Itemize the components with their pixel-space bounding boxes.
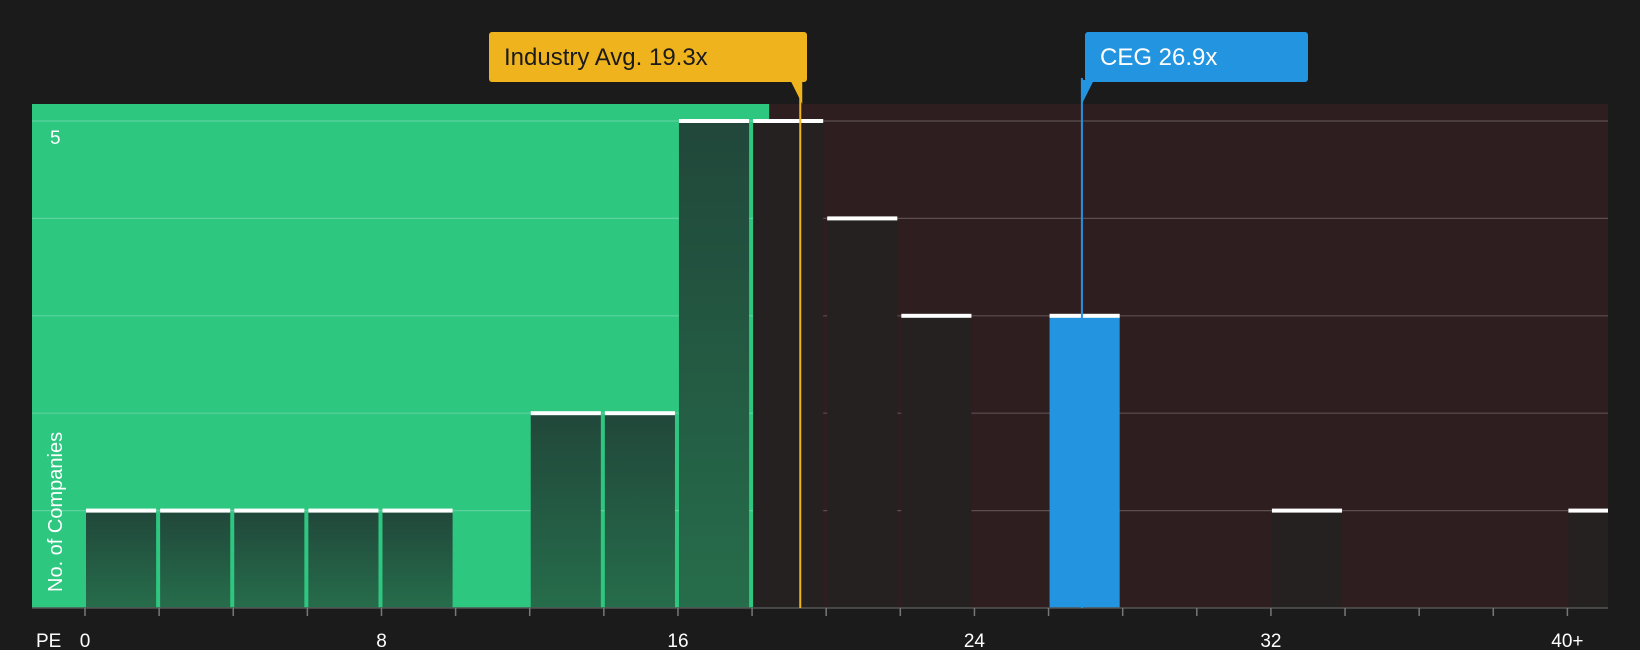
- y-axis-label: No. of Companies: [45, 432, 67, 592]
- bar-top-line: [86, 508, 157, 513]
- bar-top-line: [827, 216, 898, 221]
- bar-top-line: [678, 119, 750, 123]
- bar-top-line: [308, 508, 379, 513]
- histogram-bar: [678, 121, 750, 608]
- bar-top-line: [901, 313, 972, 318]
- bar-top-line: [1271, 508, 1343, 513]
- bar-top-line: [753, 119, 824, 123]
- histogram-bar: [827, 218, 898, 608]
- histogram-bar: [1271, 510, 1343, 608]
- x-tick-label: 40+: [1551, 631, 1583, 650]
- histogram-bar: [753, 121, 824, 608]
- x-tick-label: 24: [964, 631, 986, 650]
- industry-avg-callout-pointer: [790, 80, 803, 104]
- histogram-bar: [1568, 510, 1608, 608]
- histogram-bar: [160, 510, 231, 608]
- histogram-bar: [901, 315, 972, 608]
- x-tick-label: 16: [667, 631, 688, 650]
- y-tick-label: 5: [50, 128, 61, 149]
- histogram-bar: [1049, 315, 1120, 608]
- bar-top-line: [382, 508, 453, 513]
- bar-top-line: [604, 411, 675, 416]
- histogram-bar: [382, 510, 453, 608]
- histogram-bar: [604, 413, 675, 608]
- pe-distribution-chart: 5 0 8 16 24 32 40+ PE Industry Avg. 19.3x CEG 26…: [32, 32, 1608, 650]
- ceg-callout-pointer: [1081, 80, 1094, 104]
- histogram-bar: [86, 510, 157, 608]
- bar-top-line: [234, 508, 305, 513]
- histogram-bar: [308, 510, 379, 608]
- histogram-bar: [530, 413, 601, 608]
- ceg-label: CEG 26.9x: [1100, 44, 1217, 71]
- histogram-bar: [234, 510, 305, 608]
- x-tick-label: 0: [80, 631, 91, 650]
- x-tick-label: 32: [1260, 631, 1281, 650]
- x-tick-label: 8: [376, 631, 387, 650]
- bar-top-line: [1049, 313, 1120, 318]
- bar-top-line: [1568, 508, 1608, 513]
- bar-top-line: [530, 411, 601, 416]
- bar-top-line: [160, 508, 231, 513]
- industry-avg-label: Industry Avg. 19.3x: [504, 44, 708, 71]
- x-axis-label: PE: [36, 631, 61, 650]
